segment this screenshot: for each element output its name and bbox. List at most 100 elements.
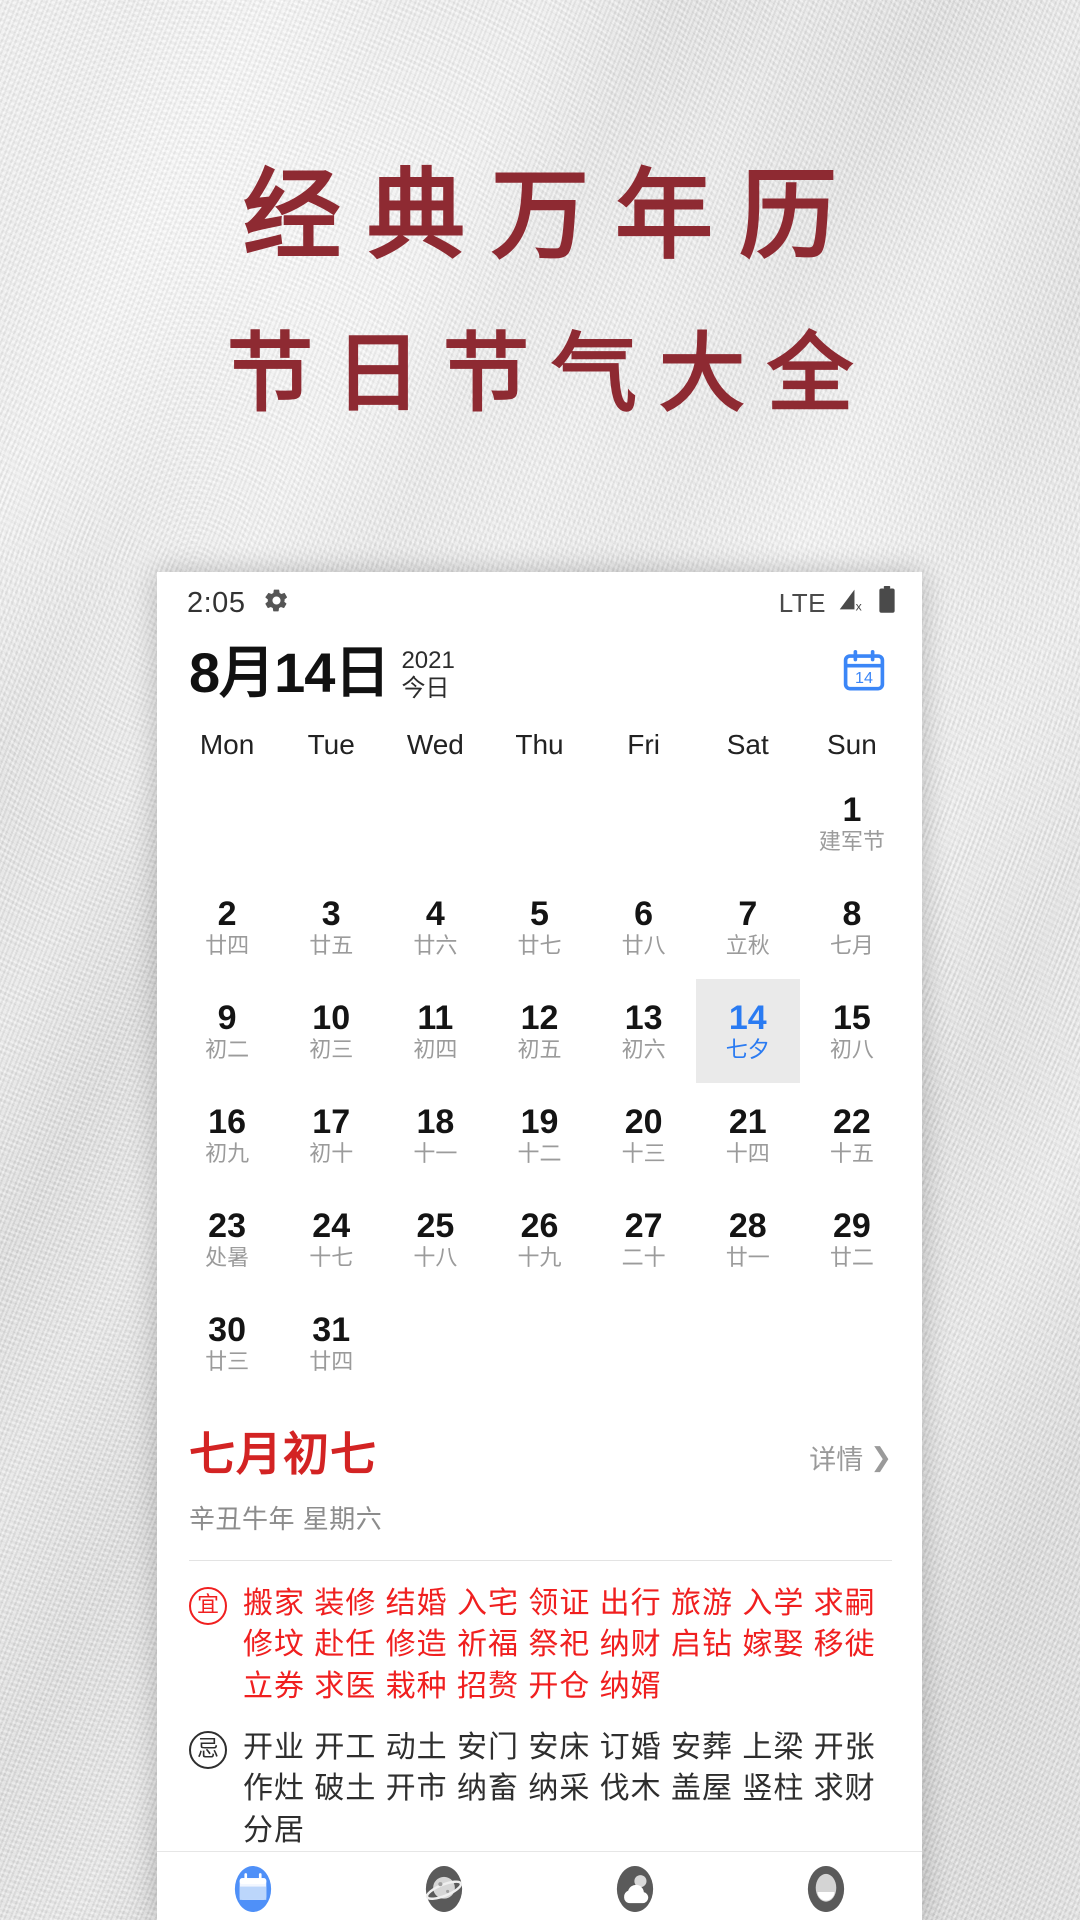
calendar-day-number: 7: [738, 894, 758, 933]
nav-item-天气[interactable]: 天气: [540, 1860, 731, 1920]
calendar-day-number: 30: [208, 1310, 246, 1349]
calendar-day-lunar: 十四: [725, 1140, 770, 1166]
calendar-day-number: 12: [520, 998, 559, 1037]
calendar-day-cell-15[interactable]: 15 初八: [800, 979, 904, 1083]
calendar-day-number: 20: [624, 1102, 663, 1141]
year-label: 2021: [401, 647, 455, 674]
calendar-day-number: 10: [312, 998, 351, 1037]
nav-item-日历[interactable]: 日历: [157, 1860, 348, 1920]
lunar-header-row: 七月初七 详情 ❯: [189, 1431, 892, 1477]
calendar-day-number: 11: [417, 998, 454, 1037]
calendar-day-cell-27[interactable]: 27 二十: [592, 1187, 696, 1291]
gear-icon[interactable]: [263, 587, 290, 619]
calendar-day-lunar: 廿四: [309, 1348, 354, 1374]
bottom-navigation[interactable]: 日历 运势 天气 关于: [157, 1851, 922, 1920]
nav-item-关于[interactable]: 关于: [731, 1860, 922, 1920]
calendar-day-cell-16[interactable]: 16 初九: [175, 1083, 279, 1187]
calendar-day-cell-1[interactable]: 1 建军节: [800, 771, 904, 875]
calendar-day-number: 24: [312, 1206, 351, 1245]
calendar-cell-empty: [487, 771, 591, 875]
page-title: 8月14日: [189, 641, 390, 704]
calendar-day-number: 16: [208, 1102, 246, 1141]
date-subinfo: 2021 今日: [401, 647, 455, 703]
calendar-day-cell-2[interactable]: 2 廿四: [175, 875, 279, 979]
detail-link[interactable]: 详情 ❯: [809, 1438, 892, 1477]
calendar-day-cell-4[interactable]: 4 廿六: [383, 875, 487, 979]
calendar-day-lunar: 廿二: [829, 1244, 874, 1270]
calendar-day-cell-12[interactable]: 12 初五: [487, 979, 591, 1083]
calendar-day-cell-10[interactable]: 10 初三: [279, 979, 383, 1083]
calendar-icon: [228, 1860, 278, 1918]
calendar-day-lunar: 初二: [205, 1036, 250, 1062]
calendar-day-lunar: 廿六: [413, 932, 458, 958]
calendar-day-cell-5[interactable]: 5 廿七: [487, 875, 591, 979]
calendar-day-number: 2: [217, 894, 237, 933]
calendar-day-number: 28: [728, 1206, 767, 1245]
calendar-day-cell-19[interactable]: 19 十二: [487, 1083, 591, 1187]
calendar-day-cell-26[interactable]: 26 十九: [487, 1187, 591, 1291]
calendar-day-lunar: 廿五: [309, 932, 354, 958]
calendar-day-lunar: 十五: [829, 1140, 874, 1166]
calendar-icon-day: 14: [855, 669, 873, 687]
calendar-day-number: 23: [208, 1206, 246, 1245]
calendar-day-lunar: 十七: [309, 1244, 354, 1270]
calendar-day-number: 3: [321, 894, 341, 933]
calendar-day-cell-8[interactable]: 8 七月: [800, 875, 904, 979]
ji-badge-icon: 忌: [189, 1730, 227, 1769]
calendar-day-cell-31[interactable]: 31 廿四: [279, 1291, 383, 1395]
hero-title-line2: 节日节气大全: [227, 322, 875, 424]
calendar-day-cell-13[interactable]: 13 初六: [592, 979, 696, 1083]
calendar-day-number: 19: [520, 1102, 559, 1141]
calendar-day-lunar: 初九: [205, 1140, 250, 1166]
calendar-day-lunar: 十九: [517, 1244, 562, 1270]
calendar-day-lunar: 七夕: [725, 1036, 770, 1062]
calendar-day-cell-24[interactable]: 24 十七: [279, 1187, 383, 1291]
calendar-cell-empty: [279, 771, 383, 875]
calendar-day-cell-7[interactable]: 7 立秋: [696, 875, 800, 979]
calendar-day-number: 9: [217, 998, 237, 1037]
calendar-day-lunar: 处暑: [205, 1244, 250, 1270]
calendar-day-cell-20[interactable]: 20 十三: [592, 1083, 696, 1187]
yi-badge-icon: 宜: [189, 1586, 227, 1625]
calendar-day-number: 14: [728, 998, 767, 1037]
calendar-day-cell-17[interactable]: 17 初十: [279, 1083, 383, 1187]
weekday-label-mon: Mon: [199, 728, 255, 760]
calendar-day-cell-25[interactable]: 25 十八: [383, 1187, 487, 1291]
calendar-day-cell-22[interactable]: 22 十五: [800, 1083, 904, 1187]
status-indicators: LTE x: [779, 585, 896, 621]
calendar-day-cell-3[interactable]: 3 廿五: [279, 875, 383, 979]
today-calendar-icon[interactable]: 14: [840, 648, 892, 696]
calendar-day-lunar: 七月: [829, 932, 874, 958]
nav-item-运势[interactable]: 运势: [348, 1860, 539, 1920]
status-bar: 2:05 LTE x: [157, 572, 922, 634]
weekday-header-row: Mon Tue Wed Thu Fri Sat Sun: [157, 707, 922, 767]
calendar-day-number: 31: [312, 1310, 351, 1349]
calendar-day-lunar: 廿四: [205, 932, 250, 958]
calendar-day-lunar: 廿一: [725, 1244, 770, 1270]
calendar-day-number: 26: [520, 1206, 559, 1245]
calendar-grid[interactable]: 1 建军节 2 廿四 3 廿五 4 廿六 5 廿七 6 廿八 7 立秋 8 七月 9 初二 10 初三 11 初四 12 初五…: [157, 767, 922, 1395]
calendar-day-cell-6[interactable]: 6 廿八: [592, 875, 696, 979]
calendar-day-cell-28[interactable]: 28 廿一: [696, 1187, 800, 1291]
lunar-date-title: 七月初七: [189, 1426, 377, 1481]
calendar-day-cell-18[interactable]: 18 十一: [383, 1083, 487, 1187]
detail-link-label: 详情: [809, 1444, 864, 1475]
lunar-info-panel: 七月初七 详情 ❯ 辛丑牛年 星期六: [157, 1395, 922, 1536]
calendar-day-cell-29[interactable]: 29 廿二: [800, 1187, 904, 1291]
calendar-day-cell-14[interactable]: 14 七夕: [695, 978, 800, 1083]
calendar-day-number: 21: [728, 1102, 767, 1141]
battery-full-icon: [878, 585, 896, 621]
calendar-day-cell-9[interactable]: 9 初二: [175, 979, 279, 1083]
calendar-day-cell-30[interactable]: 30 廿三: [175, 1291, 279, 1395]
calendar-day-cell-21[interactable]: 21 十四: [696, 1083, 800, 1187]
calendar-day-cell-11[interactable]: 11 初四: [383, 979, 487, 1083]
calendar-cell-empty: [383, 771, 487, 875]
status-clock: 2:05: [187, 586, 246, 619]
weekday-label-thu: Thu: [515, 728, 564, 760]
calendar-day-lunar: 初三: [309, 1036, 354, 1062]
cloud-icon: [610, 1860, 660, 1918]
signal-no-service-icon: x: [837, 586, 867, 620]
calendar-day-lunar: 廿三: [205, 1348, 250, 1374]
calendar-day-lunar: 十八: [413, 1244, 458, 1270]
calendar-day-cell-23[interactable]: 23 处暑: [175, 1187, 279, 1291]
